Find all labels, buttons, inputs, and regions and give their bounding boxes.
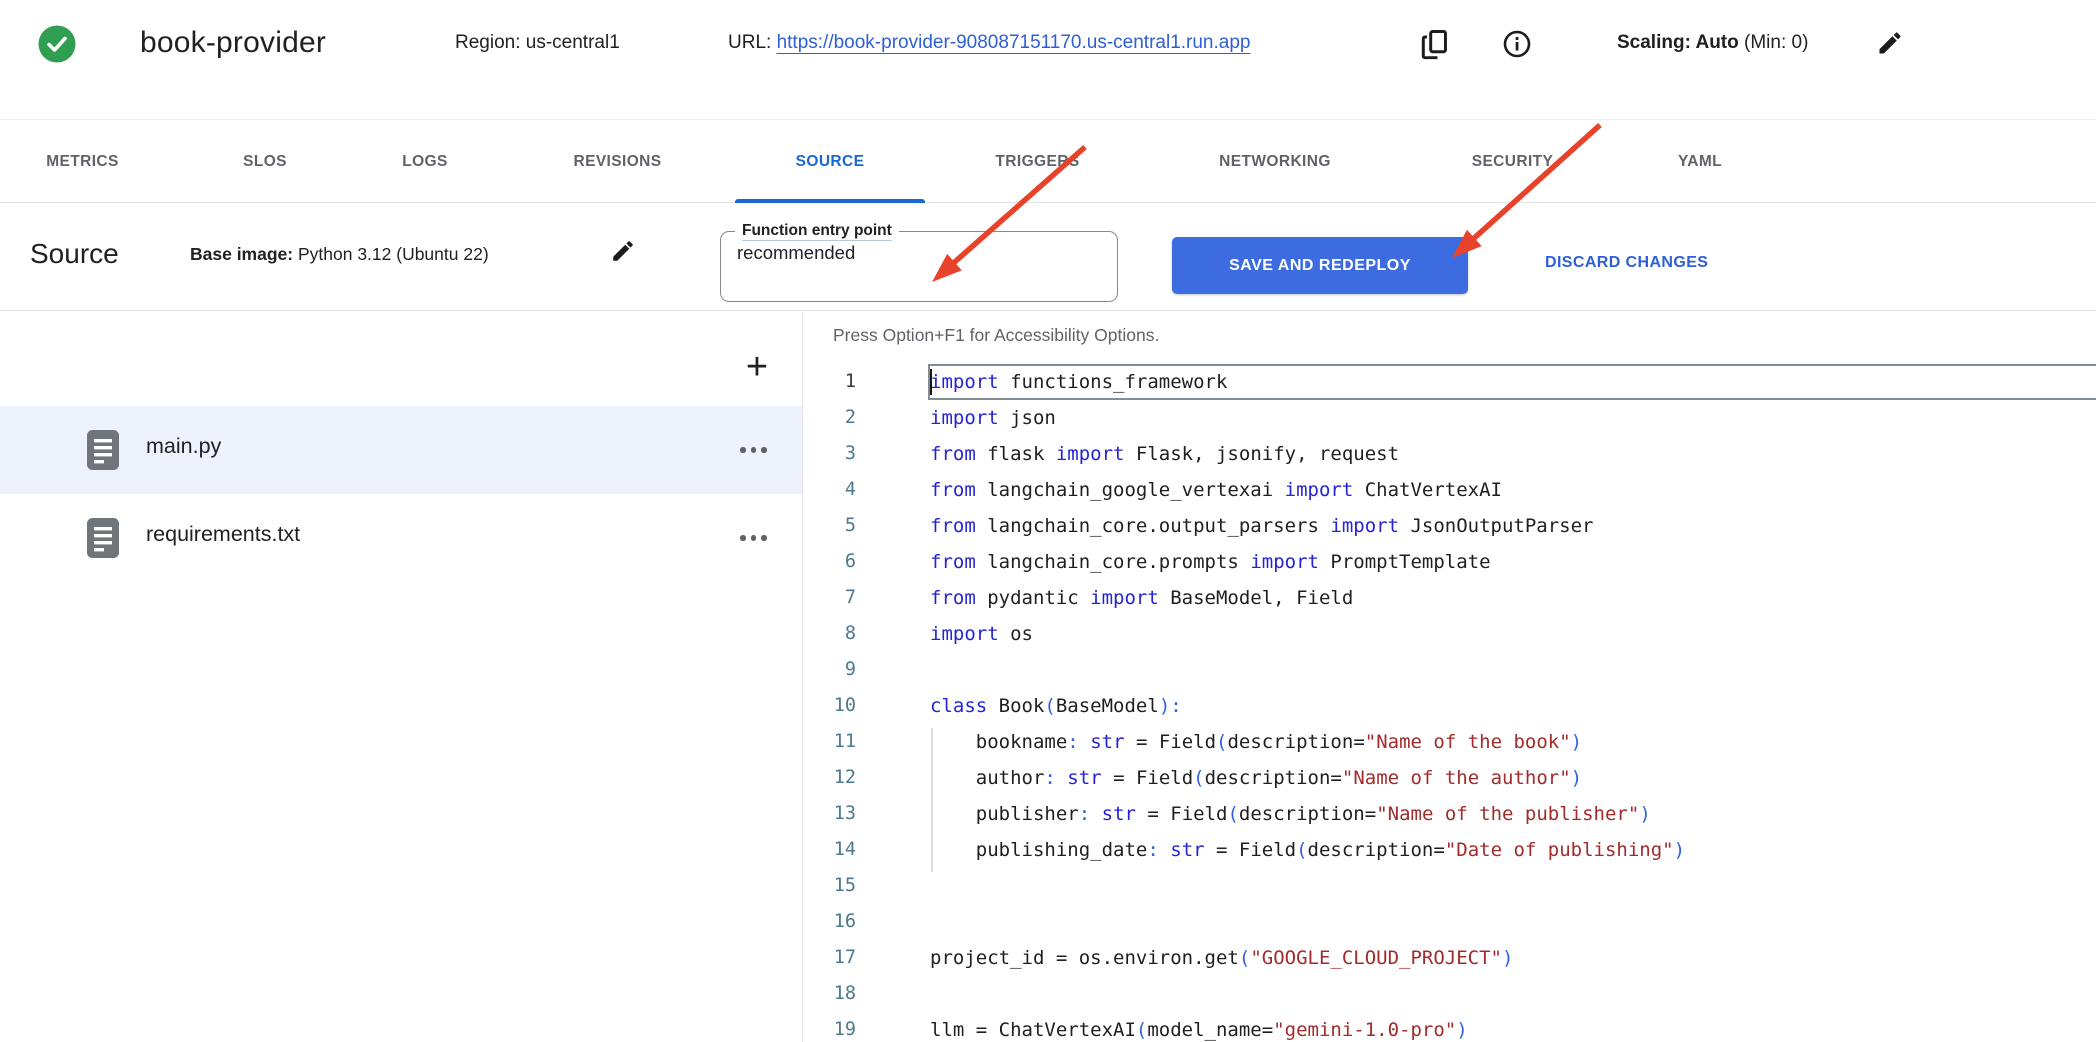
tab-logs[interactable]: LOGS xyxy=(370,121,480,203)
code-line-4[interactable]: 4from langchain_google_vertexai import C… xyxy=(804,472,2096,508)
tab-bar: METRICS SLOS LOGS REVISIONS SOURCE TRIGGERS NE… xyxy=(0,121,2096,203)
line-number: 7 xyxy=(804,580,856,616)
save-and-redeploy-button[interactable]: SAVE AND REDEPLOY xyxy=(1172,237,1468,294)
file-name: main.py xyxy=(146,434,221,459)
file-more-options-icon[interactable] xyxy=(740,444,774,456)
code-line-13[interactable]: 13 publisher: str = Field(description="N… xyxy=(804,796,2096,832)
line-number: 2 xyxy=(804,400,856,436)
tab-networking[interactable]: NETWORKING xyxy=(1180,121,1370,203)
tab-slos[interactable]: SLOS xyxy=(210,121,320,203)
line-number: 5 xyxy=(804,508,856,544)
file-tree-panel: + main.py requirements.txt xyxy=(0,312,803,1042)
accessibility-hint: Press Option+F1 for Accessibility Option… xyxy=(833,325,1159,346)
cloud-run-service-page: book-provider Region: us-central1 URL: h… xyxy=(0,0,2096,1042)
line-number: 10 xyxy=(804,688,856,724)
entry-point-label: Function entry point xyxy=(735,222,899,240)
code-line-9[interactable]: 9 xyxy=(804,652,2096,688)
entry-point-input[interactable] xyxy=(737,242,1067,264)
file-name: requirements.txt xyxy=(146,522,300,547)
service-url-row: URL: https://book-provider-908087151170.… xyxy=(728,32,1250,54)
code-line-18[interactable]: 18 xyxy=(804,976,2096,1012)
file-icon xyxy=(86,429,120,476)
region-label: Region: us-central1 xyxy=(455,32,620,54)
line-number: 14 xyxy=(804,832,856,868)
edit-base-image-icon[interactable] xyxy=(610,238,636,264)
line-number: 9 xyxy=(804,652,856,688)
code-line-8[interactable]: 8import os xyxy=(804,616,2096,652)
line-number: 18 xyxy=(804,976,856,1012)
tab-yaml[interactable]: YAML xyxy=(1640,121,1760,203)
code-line-10[interactable]: 10class Book(BaseModel): xyxy=(804,688,2096,724)
text-cursor xyxy=(930,369,932,395)
source-action-bar: Source Base image: Python 3.12 (Ubuntu 2… xyxy=(0,204,2096,311)
line-number: 12 xyxy=(804,760,856,796)
line-number: 6 xyxy=(804,544,856,580)
code-line-12[interactable]: 12 author: str = Field(description="Name… xyxy=(804,760,2096,796)
function-entry-point-field: Function entry point xyxy=(720,222,1118,302)
tab-source[interactable]: SOURCE xyxy=(735,121,925,203)
copy-url-icon[interactable] xyxy=(1420,29,1450,61)
code-line-19[interactable]: 19llm = ChatVertexAI(model_name="gemini-… xyxy=(804,1012,2096,1042)
code-line-5[interactable]: 5from langchain_core.output_parsers impo… xyxy=(804,508,2096,544)
tab-metrics[interactable]: METRICS xyxy=(10,121,155,203)
service-header: book-provider Region: us-central1 URL: h… xyxy=(0,0,2096,120)
scaling-label: Scaling: Auto (Min: 0) xyxy=(1617,32,1808,54)
tab-revisions[interactable]: REVISIONS xyxy=(535,121,700,203)
line-number: 17 xyxy=(804,940,856,976)
page-title: book-provider xyxy=(140,26,326,60)
service-url-link[interactable]: https://book-provider-908087151170.us-ce… xyxy=(777,32,1251,53)
line-number: 16 xyxy=(804,904,856,940)
line-number: 3 xyxy=(804,436,856,472)
line-number: 13 xyxy=(804,796,856,832)
discard-changes-button[interactable]: DISCARD CHANGES xyxy=(1545,254,1708,272)
info-icon[interactable] xyxy=(1502,29,1532,59)
edit-scaling-icon[interactable] xyxy=(1876,29,1904,57)
tab-security[interactable]: SECURITY xyxy=(1440,121,1585,203)
line-number: 1 xyxy=(804,364,856,400)
code-line-14[interactable]: 14 publishing_date: str = Field(descript… xyxy=(804,832,2096,868)
code-line-15[interactable]: 15 xyxy=(804,868,2096,904)
line-number: 15 xyxy=(804,868,856,904)
code-line-7[interactable]: 7from pydantic import BaseModel, Field xyxy=(804,580,2096,616)
code-line-11[interactable]: 11 bookname: str = Field(description="Na… xyxy=(804,724,2096,760)
line-number: 11 xyxy=(804,724,856,760)
code-line-17[interactable]: 17project_id = os.environ.get("GOOGLE_CL… xyxy=(804,940,2096,976)
code-line-16[interactable]: 16 xyxy=(804,904,2096,940)
section-title: Source xyxy=(30,238,119,270)
status-ok-icon xyxy=(37,24,77,64)
code-line-2[interactable]: 2import json xyxy=(804,400,2096,436)
url-label: URL: xyxy=(728,32,777,53)
code-line-3[interactable]: 3from flask import Flask, jsonify, reque… xyxy=(804,436,2096,472)
code-line-1[interactable]: 1import functions_framework xyxy=(804,364,2096,400)
add-file-icon[interactable]: + xyxy=(740,350,774,384)
tab-triggers[interactable]: TRIGGERS xyxy=(955,121,1120,203)
code-line-6[interactable]: 6from langchain_core.prompts import Prom… xyxy=(804,544,2096,580)
base-image-label: Base image: Python 3.12 (Ubuntu 22) xyxy=(190,244,489,265)
file-icon xyxy=(86,517,120,564)
line-number: 4 xyxy=(804,472,856,508)
file-row-main.py[interactable]: main.py xyxy=(0,406,802,494)
code-editor[interactable]: Press Option+F1 for Accessibility Option… xyxy=(804,312,2096,1042)
line-number: 19 xyxy=(804,1012,856,1042)
file-row-requirements.txt[interactable]: requirements.txt xyxy=(0,494,802,582)
line-number: 8 xyxy=(804,616,856,652)
file-more-options-icon[interactable] xyxy=(740,532,774,544)
